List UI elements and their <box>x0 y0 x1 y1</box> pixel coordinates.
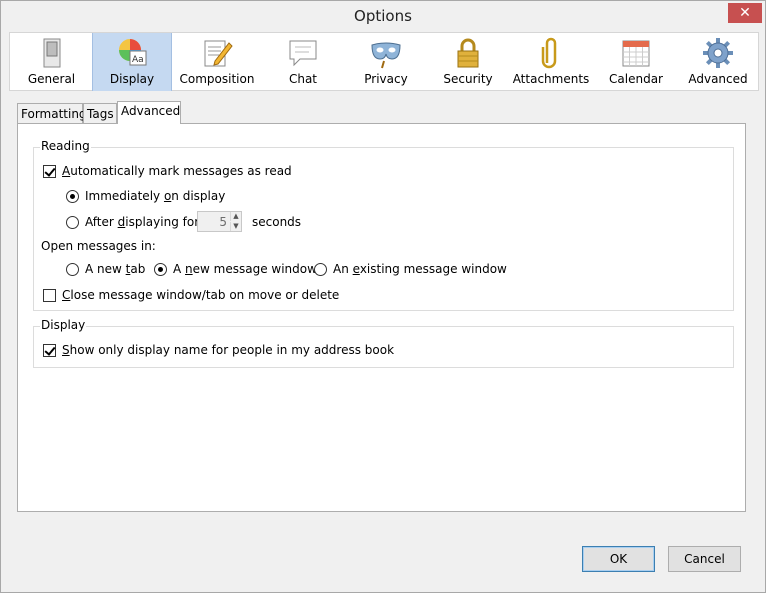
immediately-row[interactable]: Immediately on display <box>66 189 225 203</box>
open-window-label: A new message window <box>173 262 317 276</box>
tool-chat[interactable]: Chat <box>264 33 342 91</box>
display-palette-icon: Aa <box>119 39 147 66</box>
open-existing-row[interactable]: An existing message window <box>314 262 507 276</box>
cancel-button[interactable]: Cancel <box>668 546 741 572</box>
immediately-radio[interactable] <box>66 189 79 203</box>
tool-label: Chat <box>288 72 318 86</box>
tool-security[interactable]: Security <box>428 33 508 91</box>
close-window-row[interactable]: Close message window/tab on move or dele… <box>43 288 339 302</box>
open-window-radio[interactable] <box>154 262 167 276</box>
delay-value: 5 <box>219 215 227 229</box>
open-existing-radio[interactable] <box>314 262 327 276</box>
tool-label: General <box>27 72 76 86</box>
tool-calendar[interactable]: Calendar <box>596 33 676 91</box>
svg-text:Aa: Aa <box>132 55 144 65</box>
composition-pencil-icon <box>204 40 233 67</box>
close-window-checkbox[interactable] <box>43 288 56 302</box>
stepper-down-icon[interactable]: ▼ <box>230 222 241 231</box>
delay-stepper[interactable]: 5 ▲ ▼ <box>197 211 242 232</box>
tool-composition[interactable]: Composition <box>174 33 260 91</box>
after-delay-radio[interactable] <box>66 215 79 229</box>
show-name-label: Show only display name for people in my … <box>62 343 395 357</box>
auto-mark-row[interactable]: Automatically mark messages as read <box>43 164 292 178</box>
tool-display[interactable]: Aa Display <box>92 33 172 91</box>
show-name-checkbox[interactable] <box>43 343 56 357</box>
tool-label: Privacy <box>364 72 408 86</box>
auto-mark-checkbox[interactable] <box>43 164 56 178</box>
display-group-label: Display <box>40 318 87 332</box>
title-bar[interactable]: Options ✕ <box>1 1 765 32</box>
show-name-row[interactable]: Show only display name for people in my … <box>43 343 394 357</box>
tool-label: Calendar <box>609 72 663 86</box>
open-tab-label: A new tab <box>85 262 146 276</box>
privacy-mask-icon <box>371 42 401 69</box>
tool-label: Display <box>109 72 155 86</box>
tool-privacy[interactable]: Privacy <box>346 33 426 91</box>
paperclip-icon <box>541 37 557 69</box>
calendar-icon <box>622 40 650 67</box>
gear-icon <box>703 38 733 68</box>
seconds-label: seconds <box>252 215 302 229</box>
tool-label: Composition <box>179 72 255 86</box>
close-button[interactable]: ✕ <box>728 3 762 23</box>
open-in-label: Open messages in: <box>41 239 156 253</box>
close-window-label: Close message window/tab on move or dele… <box>62 288 340 302</box>
reading-group: Reading Automatically mark messages as r… <box>33 139 734 311</box>
display-group: Display Show only display name for peopl… <box>33 318 734 368</box>
tool-label: Attachments <box>512 72 590 86</box>
ok-button[interactable]: OK <box>582 546 655 572</box>
tab-tags[interactable]: Tags <box>83 103 117 124</box>
open-window-row[interactable]: A new message window <box>154 262 317 276</box>
tab-advanced[interactable]: Advanced <box>117 101 181 124</box>
tool-advanced[interactable]: Advanced <box>678 33 758 91</box>
tool-label: Security <box>443 72 493 86</box>
tab-content-panel: Reading Automatically mark messages as r… <box>17 123 746 512</box>
open-existing-label: An existing message window <box>333 262 507 276</box>
open-tab-radio[interactable] <box>66 262 79 276</box>
tool-label: Advanced <box>688 72 748 86</box>
options-dialog: Options ✕ General Aa Display Composition… <box>0 0 766 593</box>
stepper-up-icon[interactable]: ▲ <box>230 212 241 221</box>
category-toolbar: General Aa Display Composition Chat Priv… <box>9 32 759 91</box>
chat-bubble-icon <box>289 40 317 67</box>
open-tab-row[interactable]: A new tab <box>66 262 145 276</box>
after-delay-row[interactable]: After displaying for <box>66 215 199 229</box>
tool-attachments[interactable]: Attachments <box>510 33 592 91</box>
immediately-label: Immediately on display <box>85 189 226 203</box>
window-title: Options <box>354 7 412 25</box>
after-delay-label: After displaying for <box>85 215 200 229</box>
switch-icon <box>43 38 60 68</box>
auto-mark-label: Automatically mark messages as read <box>62 164 292 178</box>
tool-general[interactable]: General <box>12 33 91 91</box>
tab-formatting[interactable]: Formatting <box>17 103 87 124</box>
padlock-icon <box>457 38 479 68</box>
reading-group-label: Reading <box>40 139 91 153</box>
